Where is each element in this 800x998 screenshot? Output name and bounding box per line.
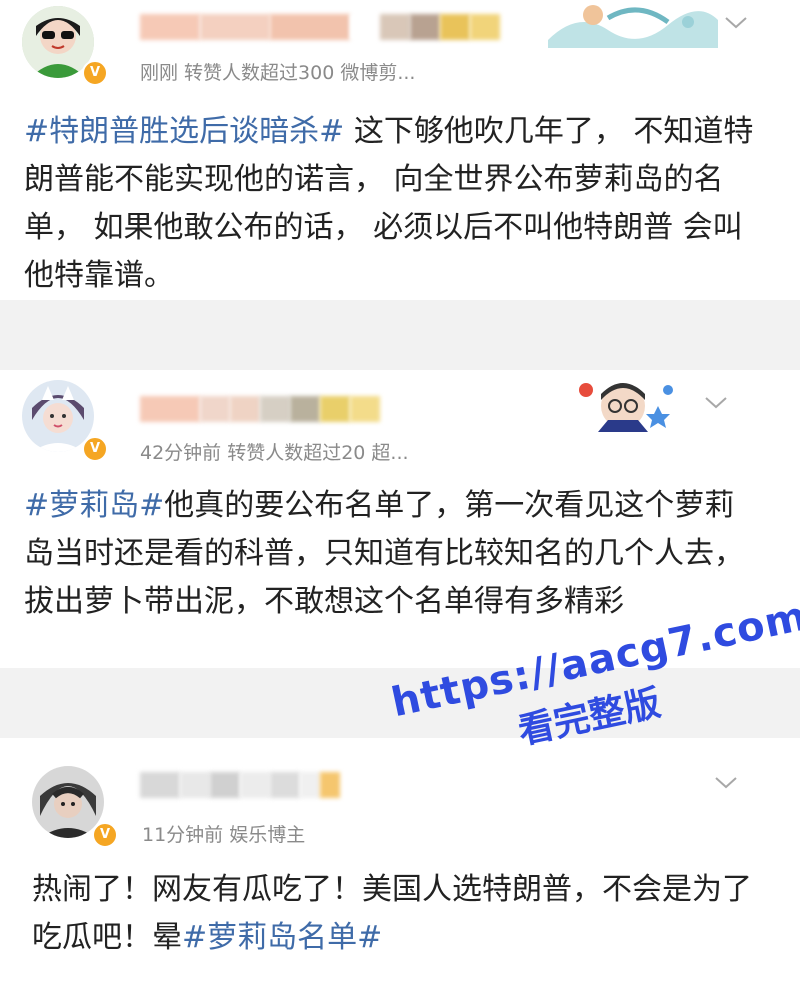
chevron-down-icon[interactable] bbox=[722, 14, 750, 32]
post-meta: 42分钟前 转赞人数超过20 超... bbox=[140, 442, 409, 464]
post-meta: 11分钟前 娱乐博主 bbox=[142, 824, 306, 846]
verified-badge: V bbox=[82, 436, 108, 462]
post-content: #萝莉岛#他真的要公布名单了，第一次看见这个萝莉岛当时还是看的科普，只知道有比较… bbox=[24, 482, 764, 626]
feed-gap bbox=[0, 300, 800, 370]
hashtag-link[interactable]: #特朗普胜选后谈暗杀# bbox=[24, 114, 344, 149]
username-blurred[interactable] bbox=[140, 14, 500, 40]
username-blurred[interactable] bbox=[140, 396, 380, 422]
username-blurred[interactable] bbox=[140, 772, 340, 798]
hashtag-link[interactable]: #萝莉岛# bbox=[24, 488, 164, 523]
post-content: #特朗普胜选后谈暗杀# 这下够他吹几年了， 不知道特朗普能不能实现他的诺言， 向… bbox=[24, 108, 764, 300]
hashtag-link[interactable]: #萝莉岛名单# bbox=[182, 920, 382, 955]
verified-badge: V bbox=[82, 60, 108, 86]
post-text: 热闹了！网友有瓜吃了！美国人选特朗普，不会是为了吃瓜吧！晕 bbox=[32, 872, 752, 955]
decoration-sticker bbox=[548, 5, 718, 48]
post-meta: 刚刚 转赞人数超过300 微博剪... bbox=[140, 62, 416, 84]
verified-badge: V bbox=[92, 822, 118, 848]
decoration-sticker bbox=[579, 383, 673, 432]
chevron-down-icon[interactable] bbox=[712, 774, 740, 792]
post-content: 热闹了！网友有瓜吃了！美国人选特朗普，不会是为了吃瓜吧！晕#萝莉岛名单# bbox=[32, 866, 772, 962]
weibo-post[interactable]: V 刚刚 转赞人数超过300 微博剪... #特朗普胜选后谈暗杀# 这下够他吹几… bbox=[0, 0, 800, 300]
chevron-down-icon[interactable] bbox=[702, 394, 730, 412]
